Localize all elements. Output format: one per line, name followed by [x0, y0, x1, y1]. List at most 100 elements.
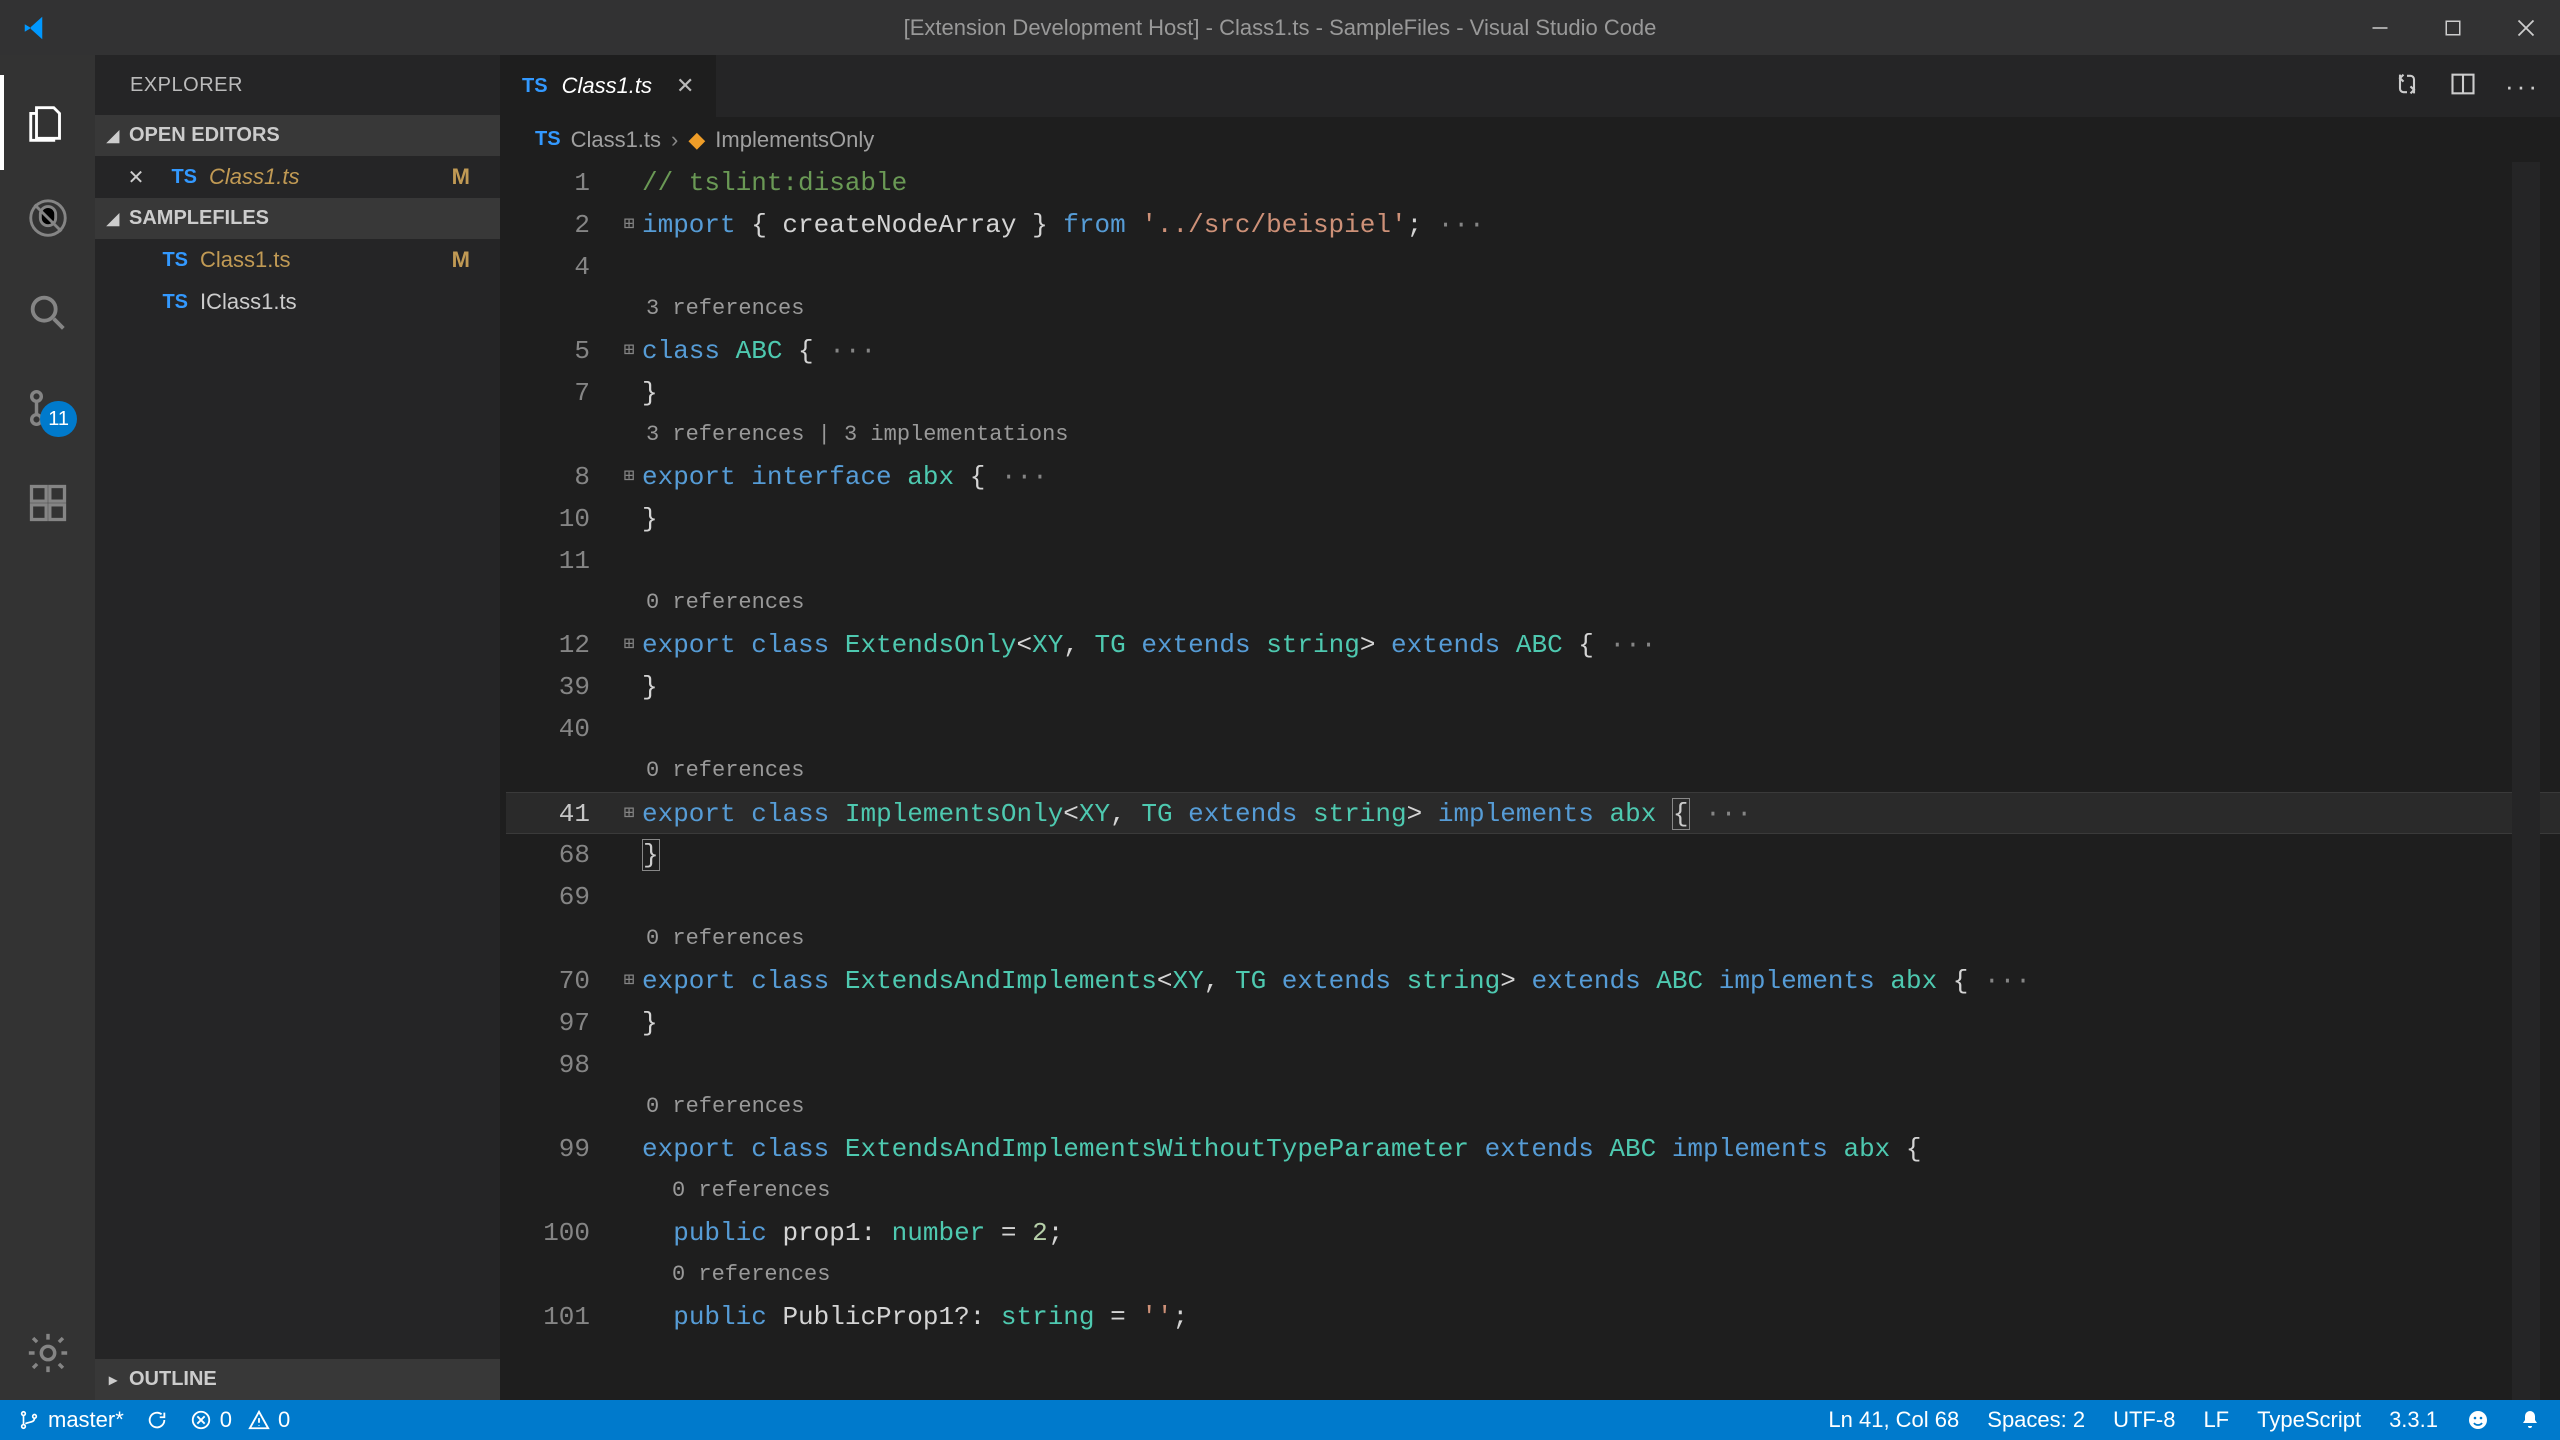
code-content: public PublicProp1?: string = '';	[642, 1296, 2560, 1338]
folder-header[interactable]: ◢ SAMPLEFILES	[95, 198, 500, 239]
ts-file-icon: TS	[159, 166, 197, 189]
code-line[interactable]: 4	[506, 246, 2560, 288]
codelens[interactable]: 0 references	[506, 918, 2560, 960]
codelens[interactable]: 0 references	[506, 1086, 2560, 1128]
code-content: export class ExtendsAndImplementsWithout…	[642, 1128, 2560, 1170]
codelens[interactable]: 0 references	[506, 582, 2560, 624]
code-editor[interactable]: 1// tslint:disable2⊞import { createNodeA…	[500, 162, 2560, 1400]
close-button[interactable]	[2512, 14, 2540, 42]
status-notifications[interactable]	[2518, 1408, 2542, 1432]
code-content: }	[642, 666, 2560, 708]
activity-extensions[interactable]	[0, 455, 95, 550]
file-item[interactable]: TS Class1.ts M	[95, 239, 500, 281]
fold-icon[interactable]: ⊞	[616, 624, 642, 666]
close-editor-icon[interactable]: ✕	[125, 165, 147, 190]
line-number: 68	[506, 834, 616, 876]
fold-icon	[616, 708, 642, 750]
activity-settings[interactable]	[0, 1305, 95, 1400]
code-line[interactable]: 41⊞export class ImplementsOnly<XY, TG ex…	[506, 792, 2560, 834]
status-indentation[interactable]: Spaces: 2	[1987, 1407, 2085, 1433]
line-number: 69	[506, 876, 616, 918]
codelens[interactable]: 0 references	[506, 1254, 2560, 1296]
code-line[interactable]: 12⊞export class ExtendsOnly<XY, TG exten…	[506, 624, 2560, 666]
line-number: 99	[506, 1128, 616, 1170]
code-content: public prop1: number = 2;	[642, 1212, 2560, 1254]
code-line[interactable]: 70⊞export class ExtendsAndImplements<XY,…	[506, 960, 2560, 1002]
activity-extension-dev[interactable]	[0, 170, 95, 265]
fold-icon[interactable]: ⊞	[616, 456, 642, 498]
open-editors-header[interactable]: ◢ OPEN EDITORS	[95, 115, 500, 156]
error-icon	[190, 1409, 212, 1431]
extensions-icon	[26, 481, 70, 525]
outline-header[interactable]: ▸ OUTLINE	[95, 1359, 500, 1400]
code-line[interactable]: 2⊞import { createNodeArray } from '../sr…	[506, 204, 2560, 246]
activity-search[interactable]	[0, 265, 95, 360]
bell-icon	[2518, 1408, 2542, 1432]
code-line[interactable]: 11	[506, 540, 2560, 582]
minimap[interactable]	[2512, 162, 2540, 1400]
status-sync[interactable]	[146, 1409, 168, 1431]
fold-icon	[616, 1002, 642, 1044]
chevron-right-icon: ▸	[103, 1370, 123, 1390]
code-line[interactable]: 98	[506, 1044, 2560, 1086]
fold-icon[interactable]: ⊞	[616, 960, 642, 1002]
code-content: export class ExtendsAndImplements<XY, TG…	[642, 960, 2560, 1002]
breadcrumb[interactable]: TS Class1.ts › ◆ ImplementsOnly	[500, 117, 2560, 162]
breadcrumb-symbol[interactable]: ImplementsOnly	[715, 127, 874, 153]
fold-icon[interactable]: ⊞	[616, 204, 642, 246]
fold-icon	[616, 246, 642, 288]
status-language[interactable]: TypeScript	[2257, 1407, 2361, 1433]
open-editor-item[interactable]: ✕ TS Class1.ts M	[95, 156, 500, 198]
code-line[interactable]: 69	[506, 876, 2560, 918]
status-problems[interactable]: 0 0	[190, 1407, 291, 1433]
line-number: 2	[506, 204, 616, 246]
scm-badge: 11	[40, 401, 77, 437]
minimize-button[interactable]	[2366, 14, 2394, 42]
files-icon	[25, 100, 71, 146]
code-line[interactable]: 39}	[506, 666, 2560, 708]
code-line[interactable]: 7}	[506, 372, 2560, 414]
code-line[interactable]: 8⊞export interface abx { ···	[506, 456, 2560, 498]
code-line[interactable]: 100 public prop1: number = 2;	[506, 1212, 2560, 1254]
compare-changes-icon[interactable]	[2393, 70, 2421, 103]
ts-file-icon: TS	[150, 291, 188, 314]
status-eol[interactable]: LF	[2203, 1407, 2229, 1433]
code-content: }	[642, 372, 2560, 414]
file-item[interactable]: TS IClass1.ts	[95, 281, 500, 323]
codelens[interactable]: 3 references	[506, 288, 2560, 330]
more-actions-icon[interactable]: ···	[2505, 71, 2540, 102]
maximize-button[interactable]	[2439, 14, 2467, 42]
close-tab-icon[interactable]: ✕	[676, 73, 694, 99]
status-branch[interactable]: master*	[18, 1407, 124, 1433]
breadcrumb-file[interactable]: Class1.ts	[571, 127, 661, 153]
code-line[interactable]: 68}	[506, 834, 2560, 876]
line-number: 70	[506, 960, 616, 1002]
code-line[interactable]: 1// tslint:disable	[506, 162, 2560, 204]
tab-active[interactable]: TS Class1.ts ✕	[500, 55, 717, 117]
codelens[interactable]: 0 references	[506, 1170, 2560, 1212]
titlebar: [Extension Development Host] - Class1.ts…	[0, 0, 2560, 55]
code-line[interactable]: 99 export class ExtendsAndImplementsWitho…	[506, 1128, 2560, 1170]
code-line[interactable]: 97}	[506, 1002, 2560, 1044]
code-line[interactable]: 101 public PublicProp1?: string = '';	[506, 1296, 2560, 1338]
fold-icon[interactable]: ⊞	[616, 793, 642, 833]
status-cursor[interactable]: Ln 41, Col 68	[1828, 1407, 1959, 1433]
code-line[interactable]: 5⊞class ABC { ···	[506, 330, 2560, 372]
status-encoding[interactable]: UTF-8	[2113, 1407, 2175, 1433]
activity-explorer[interactable]	[0, 75, 95, 170]
code-content: export class ExtendsOnly<XY, TG extends …	[642, 624, 2560, 666]
code-line[interactable]: 40	[506, 708, 2560, 750]
codelens[interactable]: 3 references | 3 implementations	[506, 414, 2560, 456]
codelens[interactable]: 0 references	[506, 750, 2560, 792]
fold-icon[interactable]: ⊞	[616, 330, 642, 372]
split-editor-icon[interactable]	[2449, 70, 2477, 103]
modified-badge: M	[452, 247, 470, 273]
code-line[interactable]: 10}	[506, 498, 2560, 540]
code-content: class ABC { ···	[642, 330, 2560, 372]
status-feedback[interactable]	[2466, 1408, 2490, 1432]
status-ts-version[interactable]: 3.3.1	[2389, 1407, 2438, 1433]
fold-icon	[616, 540, 642, 582]
vscode-logo-icon	[20, 12, 52, 44]
code-content: // tslint:disable	[642, 162, 2560, 204]
activity-scm[interactable]: 11	[0, 360, 95, 455]
